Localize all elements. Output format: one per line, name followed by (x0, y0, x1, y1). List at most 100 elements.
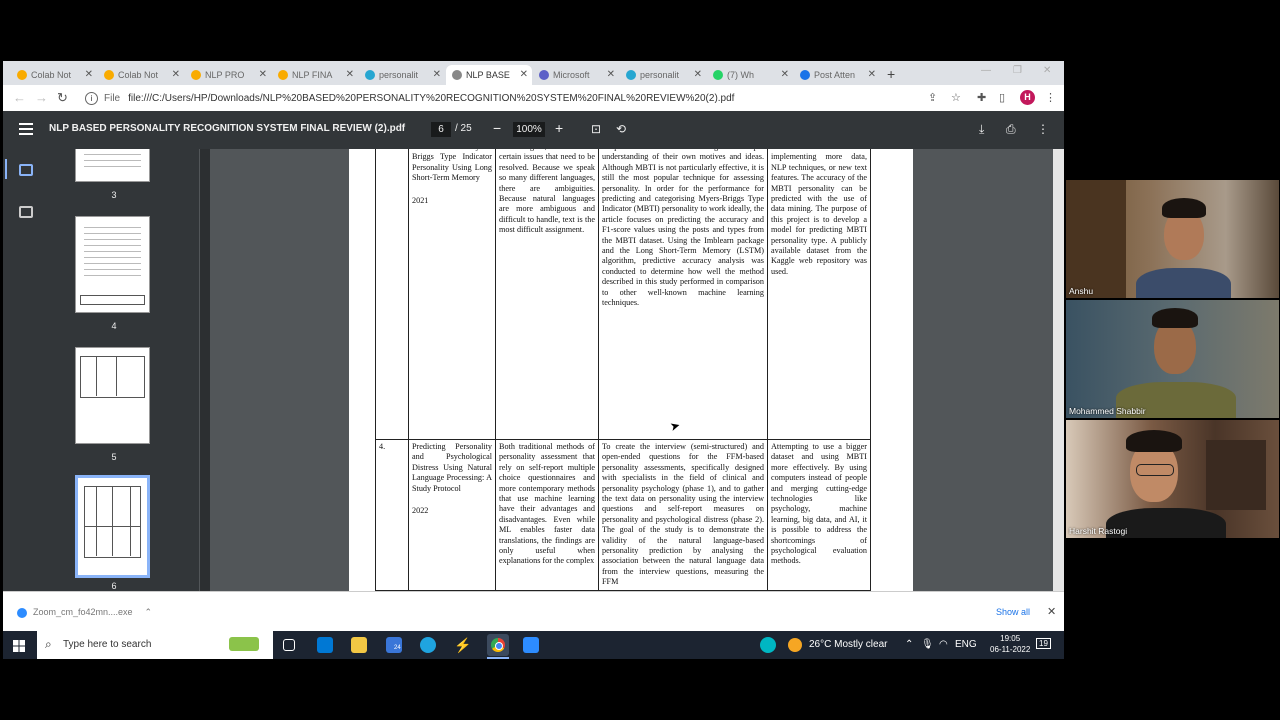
language-indicator[interactable]: ENG (955, 639, 977, 650)
news-widget-icon[interactable] (229, 637, 259, 651)
table-cell-number: 4. (375, 439, 409, 591)
close-window-icon[interactable]: ✕ (1043, 65, 1051, 76)
browser-tab[interactable]: (7) Wh ✕ (707, 65, 793, 85)
table-row: 4. Predicting Personality and Psychologi… (375, 439, 871, 591)
help-icon[interactable] (760, 637, 776, 653)
mail-icon[interactable]: 24 (386, 637, 402, 653)
close-icon[interactable]: ✕ (85, 69, 93, 80)
tab-favicon-icon (539, 70, 549, 80)
browser-tab[interactable]: Microsoft ✕ (533, 65, 619, 85)
notification-icon[interactable]: 19 (1036, 638, 1051, 649)
download-icon[interactable]: ⤓ (979, 122, 984, 137)
browser-tab[interactable]: NLP FINA ✕ (272, 65, 358, 85)
clock[interactable]: 19:05 06-11-2022 (990, 633, 1030, 655)
pdf-toolbar: NLP BASED PERSONALITY RECOGNITION SYSTEM… (3, 111, 1064, 149)
zoom-out-icon[interactable]: − (493, 120, 501, 136)
zoom-app-icon[interactable] (523, 637, 539, 653)
url-text: file:///C:/Users/HP/Downloads/NLP%20BASE… (128, 92, 735, 104)
download-item[interactable]: Zoom_cm_fo42mn....exe ⌃ (17, 607, 152, 618)
thumbnail-panel: 3 4 5 6 (49, 149, 199, 591)
extensions-icon[interactable]: ✚ (977, 91, 986, 104)
thumbnail-view-icon[interactable] (19, 164, 33, 176)
more-options-icon[interactable]: ⋮ (1037, 122, 1049, 136)
edge-icon[interactable] (420, 637, 436, 653)
close-icon[interactable]: ✕ (781, 69, 789, 80)
zoom-input[interactable]: 100% (513, 122, 545, 137)
chevron-up-icon[interactable]: ⌃ (905, 639, 913, 650)
background-shelf (1206, 440, 1266, 510)
page-number-input[interactable]: 6 (431, 122, 451, 137)
close-icon[interactable]: ✕ (868, 69, 876, 80)
table-cell-limitations: Both traditional methods of personality … (495, 439, 599, 591)
tab-favicon-icon (800, 70, 810, 80)
page-thumbnail-selected[interactable] (75, 475, 150, 578)
close-icon[interactable]: ✕ (433, 69, 441, 80)
back-icon[interactable]: ← (13, 90, 26, 105)
browser-tab-active[interactable]: NLP BASE ✕ (446, 65, 532, 85)
tab-label: (7) Wh (727, 70, 754, 80)
task-view-icon[interactable] (283, 639, 295, 651)
maximize-icon[interactable]: ❐ (1013, 65, 1022, 76)
profile-avatar[interactable]: H (1020, 90, 1035, 105)
close-icon[interactable]: ✕ (1047, 605, 1056, 618)
zoom-installer-icon (17, 607, 27, 618)
participant-video-tile[interactable]: Mohammed Shabbir (1066, 300, 1279, 418)
page-thumbnail[interactable] (75, 347, 150, 444)
share-icon[interactable]: ⇪ (928, 91, 937, 104)
browser-tab[interactable]: Colab Not ✕ (11, 65, 97, 85)
browser-menu-icon[interactable]: ⋮ (1045, 91, 1056, 104)
page-scrollbar[interactable] (1053, 149, 1064, 591)
rotate-icon[interactable]: ⟲ (616, 122, 626, 136)
close-icon[interactable]: ✕ (346, 69, 354, 80)
zoom-in-icon[interactable]: + (555, 120, 563, 136)
microphone-icon[interactable]: 🎙 (921, 639, 934, 650)
outline-view-icon[interactable] (19, 206, 33, 218)
clock-date: 06-11-2022 (990, 645, 1031, 654)
url-field[interactable]: i File file:///C:/Users/HP/Downloads/NLP… (81, 88, 923, 108)
close-icon[interactable]: ✕ (520, 69, 528, 80)
thumbnail-number: 6 (111, 581, 117, 591)
browser-tab[interactable]: NLP PRO ✕ (185, 65, 271, 85)
screen: Colab Not ✕ Colab Not ✕ NLP PRO ✕ NLP FINA ✕… (0, 0, 1280, 720)
close-icon[interactable]: ✕ (259, 69, 267, 80)
network-icon[interactable]: ◠ (939, 639, 948, 650)
page-thumbnail[interactable] (75, 216, 150, 313)
fit-page-icon[interactable]: ⊡ (591, 122, 601, 136)
chrome-icon[interactable] (487, 634, 509, 656)
thumbnail-scrollbar[interactable] (200, 149, 210, 591)
info-icon[interactable]: i (85, 91, 98, 105)
download-filename: Zoom_cm_fo42mn....exe (33, 607, 133, 617)
paper-year: 2022 (412, 506, 429, 516)
tab-favicon-icon (713, 70, 723, 80)
taskbar-search[interactable]: ⌕ Type here to search (37, 631, 273, 659)
tab-favicon-icon (104, 70, 114, 80)
close-icon[interactable]: ✕ (694, 69, 702, 80)
new-tab-icon[interactable]: + (887, 66, 895, 82)
close-icon[interactable]: ✕ (607, 69, 615, 80)
page-thumbnail[interactable] (75, 149, 150, 182)
show-all-link[interactable]: Show all (996, 607, 1030, 617)
participant-video-tile[interactable]: Harshit Rastogi (1066, 420, 1279, 538)
sublime-icon[interactable]: ⚡ (454, 637, 471, 653)
minimize-icon[interactable]: — (981, 65, 991, 76)
close-icon[interactable]: ✕ (172, 69, 180, 80)
reload-icon[interactable]: ↻ (57, 90, 68, 106)
menu-icon[interactable] (19, 123, 33, 138)
clock-time: 19:05 (1000, 634, 1021, 643)
chevron-up-icon[interactable]: ⌃ (145, 607, 153, 617)
windows-start-icon[interactable] (13, 639, 25, 652)
table-row: 3. Prediction Of Myers-Briggs Type Indic… (375, 149, 871, 440)
participant-name: Mohammed Shabbir (1069, 406, 1146, 416)
browser-tab[interactable]: Colab Not ✕ (98, 65, 184, 85)
side-panel-icon[interactable]: ▯ (999, 91, 1005, 104)
store-icon[interactable] (317, 637, 333, 653)
browser-tab[interactable]: Post Atten ✕ (794, 65, 880, 85)
bookmark-star-icon[interactable]: ☆ (951, 91, 961, 104)
browser-tab[interactable]: personalit ✕ (359, 65, 445, 85)
participant-video-tile[interactable]: Anshu (1066, 180, 1279, 298)
weather-text[interactable]: 26°C Mostly clear (809, 639, 887, 650)
forward-icon[interactable]: → (35, 90, 48, 105)
browser-tab[interactable]: personalit ✕ (620, 65, 706, 85)
print-icon[interactable]: ⎙ (1006, 122, 1016, 137)
file-explorer-icon[interactable] (351, 637, 367, 653)
